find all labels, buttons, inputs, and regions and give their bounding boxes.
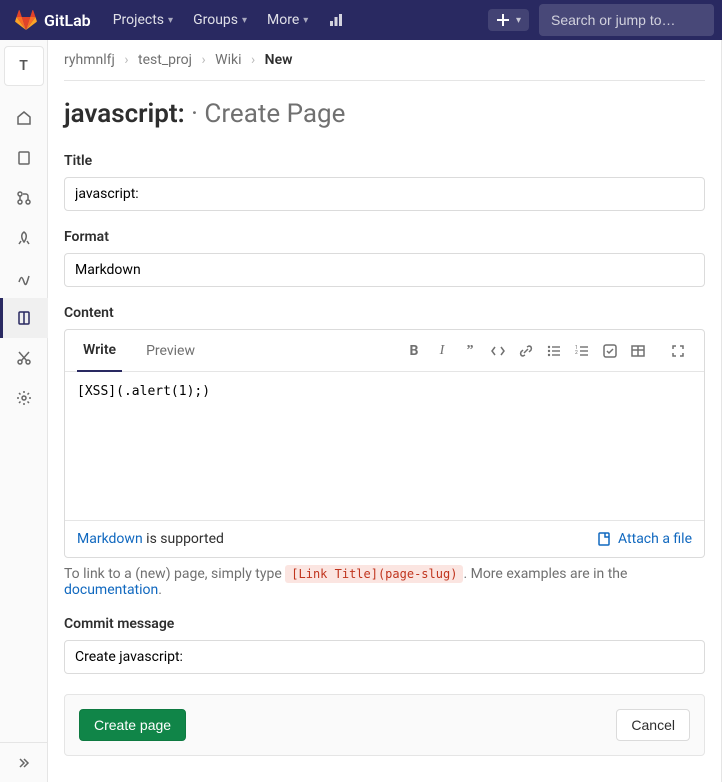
breadcrumb-separator: › (201, 52, 205, 68)
operations-icon (16, 270, 32, 286)
commit-message-label: Commit message (64, 616, 705, 632)
help-prefix: To link to a (new) page, simply type (64, 566, 285, 582)
merge-icon (16, 190, 32, 206)
toolbar-quote-button[interactable]: ” (456, 337, 484, 365)
gitlab-logo-icon (14, 8, 38, 32)
code-icon (490, 343, 506, 359)
sidebar-item-settings[interactable] (0, 378, 48, 418)
sidebar-item-snippets[interactable] (0, 338, 48, 378)
cancel-button[interactable]: Cancel (616, 709, 690, 741)
nav-more[interactable]: More ▾ (257, 0, 318, 40)
bullet-list-icon (546, 343, 562, 359)
tab-write[interactable]: Write (77, 330, 122, 372)
format-label: Format (64, 229, 705, 245)
brand-text[interactable]: GitLab (44, 11, 91, 30)
toolbar-italic-button[interactable]: I (428, 337, 456, 365)
nav-groups[interactable]: Groups ▾ (183, 0, 257, 40)
chevron-down-icon: ▾ (516, 15, 521, 26)
search-input[interactable] (539, 4, 714, 36)
actions-bar: Create page Cancel (64, 694, 705, 756)
breadcrumb-link-1[interactable]: test_proj (138, 52, 192, 68)
sidebar-item-home[interactable] (0, 98, 48, 138)
breadcrumb-separator: › (124, 52, 128, 68)
create-page-button[interactable]: Create page (79, 709, 186, 741)
toolbar-bullet-list-button[interactable] (540, 337, 568, 365)
toolbar-task-list-button[interactable] (596, 337, 624, 365)
toolbar-code-button[interactable] (484, 337, 512, 365)
markdown-supported-text: Markdown is supported (77, 531, 224, 547)
page-title: javascript: · Create Page (64, 99, 705, 129)
tab-preview[interactable]: Preview (140, 331, 201, 371)
breadcrumb-current: New (265, 52, 293, 68)
fullscreen-icon (670, 343, 686, 359)
nav-more-label: More (267, 12, 299, 28)
breadcrumb-separator: › (251, 52, 255, 68)
rocket-icon (16, 230, 32, 246)
content-editor: Write Preview B I ” 12 (64, 329, 705, 558)
gear-icon (16, 390, 32, 406)
toolbar-table-button[interactable] (624, 337, 652, 365)
chevron-down-icon: ▾ (303, 15, 308, 26)
left-sidebar: T (0, 40, 48, 782)
page-title-suffix: · Create Page (191, 99, 345, 129)
scissors-icon (16, 350, 32, 366)
table-icon (630, 343, 646, 359)
help-suffix: . More examples are in the (463, 566, 627, 582)
markdown-help-link[interactable]: Markdown (77, 531, 143, 547)
page-title-main: javascript: (64, 99, 185, 129)
help-code: [Link Title](page-slug) (285, 565, 463, 583)
nav-projects[interactable]: Projects ▾ (103, 0, 183, 40)
book-icon (16, 310, 32, 326)
paperclip-icon (596, 531, 612, 547)
breadcrumb-link-0[interactable]: ryhmnlfj (64, 52, 115, 68)
nav-projects-label: Projects (113, 12, 164, 28)
project-avatar[interactable]: T (4, 46, 44, 86)
top-nav: GitLab Projects ▾ Groups ▾ More ▾ ▾ (0, 0, 722, 40)
chevron-double-right-icon (16, 755, 32, 771)
link-icon (518, 343, 534, 359)
content-textarea[interactable] (77, 384, 692, 504)
sidebar-item-wiki[interactable] (0, 298, 48, 338)
chevron-down-icon: ▾ (242, 15, 247, 26)
content-help-text: To link to a (new) page, simply type [Li… (64, 566, 705, 598)
sidebar-collapse-button[interactable] (0, 742, 48, 782)
task-list-icon (602, 343, 618, 359)
format-select[interactable]: Markdown (64, 253, 705, 287)
help-end: . (158, 582, 162, 598)
breadcrumb: ryhmnlfj › test_proj › Wiki › New (64, 40, 705, 81)
svg-text:2: 2 (575, 350, 578, 356)
content-label: Content (64, 305, 705, 321)
commit-message-input[interactable] (64, 640, 705, 674)
new-dropdown-button[interactable]: ▾ (488, 9, 529, 31)
home-icon (16, 110, 32, 126)
sidebar-item-operations[interactable] (0, 258, 48, 298)
toolbar-numbered-list-button[interactable]: 12 (568, 337, 596, 365)
sidebar-item-repository[interactable] (0, 138, 48, 178)
plus-icon (496, 13, 510, 27)
attach-file-link[interactable]: Attach a file (596, 531, 692, 547)
numbered-list-icon: 12 (574, 343, 590, 359)
nav-groups-label: Groups (193, 12, 238, 28)
documentation-link[interactable]: documentation (64, 582, 158, 598)
chevron-down-icon: ▾ (168, 15, 173, 26)
attach-file-label: Attach a file (618, 531, 692, 547)
doc-icon (16, 150, 32, 166)
nav-activity-icon[interactable] (318, 0, 354, 40)
breadcrumb-link-2[interactable]: Wiki (215, 52, 241, 68)
sidebar-item-merge-requests[interactable] (0, 178, 48, 218)
main-content: ryhmnlfj › test_proj › Wiki › New javasc… (48, 40, 722, 782)
title-label: Title (64, 153, 705, 169)
sidebar-item-cicd[interactable] (0, 218, 48, 258)
markdown-supported-suffix: is supported (143, 531, 224, 547)
title-input[interactable] (64, 177, 705, 211)
toolbar-bold-button[interactable]: B (400, 337, 428, 365)
toolbar-link-button[interactable] (512, 337, 540, 365)
editor-tabs: Write Preview B I ” 12 (65, 330, 704, 372)
toolbar-fullscreen-button[interactable] (664, 337, 692, 365)
